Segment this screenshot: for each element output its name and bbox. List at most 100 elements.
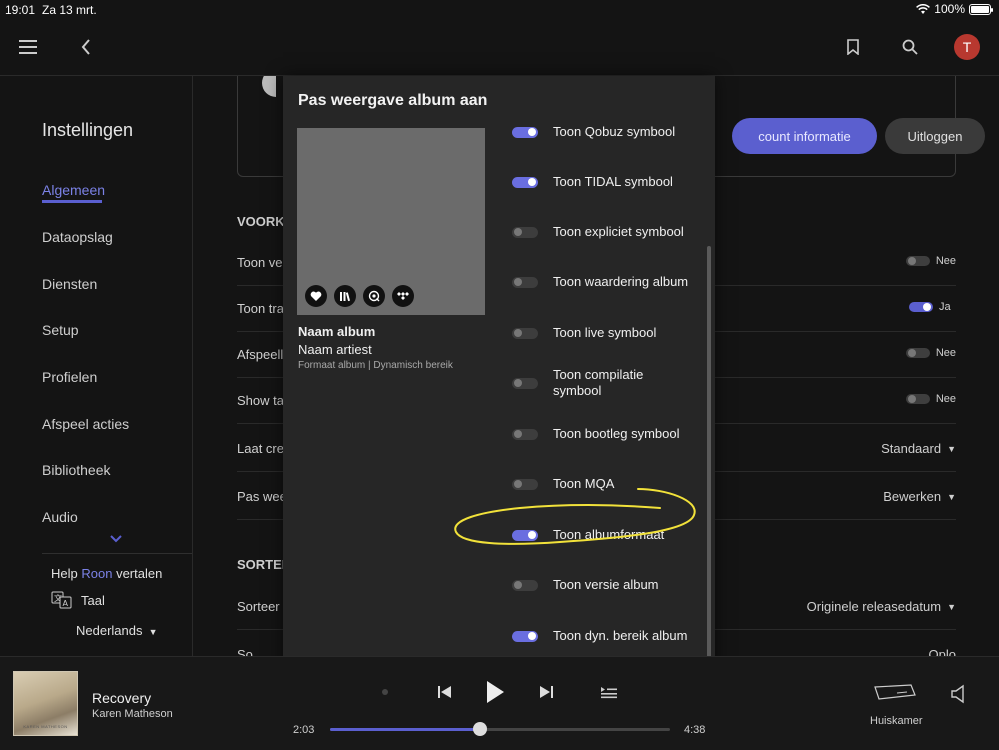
sidebar-item-bibliotheek[interactable]: Bibliotheek bbox=[42, 462, 111, 478]
cover-text: KAREN MATHESON bbox=[23, 724, 68, 729]
option-toon-qobuz-symbool[interactable]: Toon Qobuz symbool bbox=[512, 112, 702, 152]
help-suffix: vertalen bbox=[116, 566, 163, 581]
chevron-down-icon[interactable] bbox=[110, 530, 122, 546]
dialog-scrollbar[interactable] bbox=[707, 246, 711, 671]
option-label: Toon albumformaat bbox=[553, 527, 665, 542]
heart-icon bbox=[305, 285, 327, 307]
toggle-switch[interactable] bbox=[512, 529, 538, 541]
status-bar: 19:01 Za 13 mrt. 100% bbox=[0, 0, 999, 20]
toggle-switch[interactable] bbox=[512, 176, 538, 188]
toggle-switch[interactable] bbox=[512, 276, 538, 288]
option-toon-albumformaat[interactable]: Toon albumformaat bbox=[512, 515, 702, 555]
status-time: 19:01 bbox=[5, 3, 36, 17]
sidebar-item-profielen[interactable]: Profielen bbox=[42, 369, 97, 385]
sidebar-item-setup[interactable]: Setup bbox=[42, 322, 79, 338]
bookmark-icon[interactable] bbox=[843, 37, 863, 57]
library-icon bbox=[334, 285, 356, 307]
toggle-value: Nee bbox=[935, 393, 956, 405]
album-cover-placeholder bbox=[297, 128, 485, 315]
dropdown[interactable]: Standaard ▼ bbox=[881, 441, 956, 456]
dropdown-value: Originele releasedatum bbox=[806, 599, 942, 614]
toggle-switch[interactable] bbox=[905, 256, 930, 266]
option-toon-dyn-bereik-album[interactable]: Toon dyn. bereik album bbox=[512, 616, 702, 656]
seek-bar[interactable] bbox=[330, 722, 670, 736]
option-label: Toon MQA bbox=[553, 476, 615, 491]
toggle-switch[interactable] bbox=[512, 327, 538, 339]
sidebar-item-afspeel-acties[interactable]: Afspeel acties bbox=[42, 416, 129, 432]
option-label: Toon bootleg symbool bbox=[553, 426, 680, 441]
sidebar-item-dataopslag[interactable]: Dataopslag bbox=[42, 229, 113, 245]
zone-name[interactable]: Huiskamer bbox=[870, 715, 923, 727]
toggle-switch[interactable] bbox=[512, 579, 538, 591]
status-right: 100% bbox=[916, 2, 993, 16]
caret-down-icon: ▼ bbox=[947, 491, 956, 502]
wifi-icon bbox=[916, 3, 931, 14]
option-toon-tidal-symbool[interactable]: Toon TIDAL symbool bbox=[512, 162, 702, 202]
sidebar-item-audio[interactable]: Audio bbox=[42, 509, 78, 525]
sidebar-item-diensten[interactable]: Diensten bbox=[42, 276, 97, 292]
next-icon[interactable] bbox=[538, 684, 554, 705]
option-toon-versie-album[interactable]: Toon versie album bbox=[512, 565, 702, 605]
caret-down-icon: ▼ bbox=[146, 627, 158, 637]
top-bar: T bbox=[0, 20, 999, 76]
toggle-switch[interactable] bbox=[909, 302, 933, 312]
option-toon-compilatie-symbool[interactable]: Toon compilatie symbool bbox=[512, 363, 702, 403]
account-avatar-fragment bbox=[262, 76, 276, 97]
zone-device-icon[interactable] bbox=[873, 683, 917, 706]
track-artist[interactable]: Karen Matheson bbox=[92, 708, 173, 720]
profile-avatar[interactable]: T bbox=[954, 34, 980, 60]
logout-button[interactable]: Uitloggen bbox=[885, 118, 985, 154]
option-label: Toon waardering album bbox=[553, 274, 689, 289]
dropdown[interactable]: Originele releasedatum ▼ bbox=[807, 599, 956, 614]
artist-name: Naam artiest bbox=[298, 342, 372, 357]
toggle-switch[interactable] bbox=[512, 126, 538, 138]
option-toon-live-symbool[interactable]: Toon live symbool bbox=[512, 313, 702, 353]
help-roon: Roon bbox=[81, 566, 113, 581]
toggle-switch[interactable] bbox=[512, 377, 538, 389]
sidebar-divider bbox=[42, 553, 192, 554]
option-toon-mqa[interactable]: Toon MQA bbox=[512, 464, 702, 504]
sidebar: Instellingen Algemeen Dataopslag Dienste… bbox=[0, 76, 193, 656]
radio-dot-icon[interactable] bbox=[382, 689, 388, 695]
search-icon[interactable] bbox=[900, 37, 920, 57]
play-icon[interactable] bbox=[484, 679, 506, 710]
language-select[interactable]: Nederlands ▼ bbox=[76, 623, 158, 638]
sidebar-item-algemeen[interactable]: Algemeen bbox=[42, 182, 105, 203]
language-label: Taal bbox=[81, 592, 105, 608]
setting-label: So bbox=[237, 647, 253, 656]
toggle-switch[interactable] bbox=[905, 394, 930, 404]
option-toon-waardering-album[interactable]: Toon waardering album bbox=[512, 262, 702, 302]
option-label: Toon live symbool bbox=[553, 325, 657, 340]
dropdown[interactable]: Oplo bbox=[929, 647, 956, 656]
setting-label: Afspeell bbox=[237, 347, 284, 362]
seek-knob[interactable] bbox=[472, 722, 487, 736]
now-playing-cover[interactable]: KAREN MATHESON bbox=[13, 671, 78, 736]
queue-icon[interactable] bbox=[600, 685, 618, 704]
caret-down-icon: ▼ bbox=[947, 601, 956, 612]
track-title[interactable]: Recovery bbox=[92, 690, 151, 706]
toggle-switch[interactable] bbox=[512, 630, 538, 642]
option-toon-bootleg-symbool[interactable]: Toon bootleg symbool bbox=[512, 414, 702, 454]
album-display-dialog: Pas weergave album aan Naam album Naam a… bbox=[283, 76, 715, 675]
option-toon-expliciet-symbool[interactable]: Toon expliciet symbool bbox=[512, 212, 702, 252]
toggle-switch[interactable] bbox=[512, 226, 538, 238]
previous-icon[interactable] bbox=[437, 684, 453, 705]
help-translate-link[interactable]: Help Roon vertalen bbox=[51, 566, 162, 581]
menu-icon[interactable] bbox=[18, 37, 38, 57]
setting-label: Toon tra bbox=[237, 301, 284, 316]
search-icon bbox=[363, 285, 385, 307]
svg-text:A: A bbox=[63, 599, 69, 608]
tidal-icon bbox=[392, 285, 414, 307]
volume-icon[interactable] bbox=[950, 684, 968, 709]
toggle-switch[interactable] bbox=[512, 428, 538, 440]
account-info-button[interactable]: count informatie bbox=[732, 118, 877, 154]
help-prefix: Help bbox=[51, 566, 78, 581]
toggle-switch[interactable] bbox=[512, 478, 538, 490]
option-label: Toon TIDAL symbool bbox=[553, 174, 673, 189]
option-label: Toon dyn. bereik album bbox=[553, 628, 688, 643]
setting-label: Sorteer bbox=[237, 599, 280, 614]
dropdown[interactable]: Bewerken ▼ bbox=[883, 489, 956, 504]
toggle-switch[interactable] bbox=[905, 348, 930, 358]
cover-icon-row bbox=[305, 285, 414, 307]
back-icon[interactable] bbox=[76, 37, 96, 57]
